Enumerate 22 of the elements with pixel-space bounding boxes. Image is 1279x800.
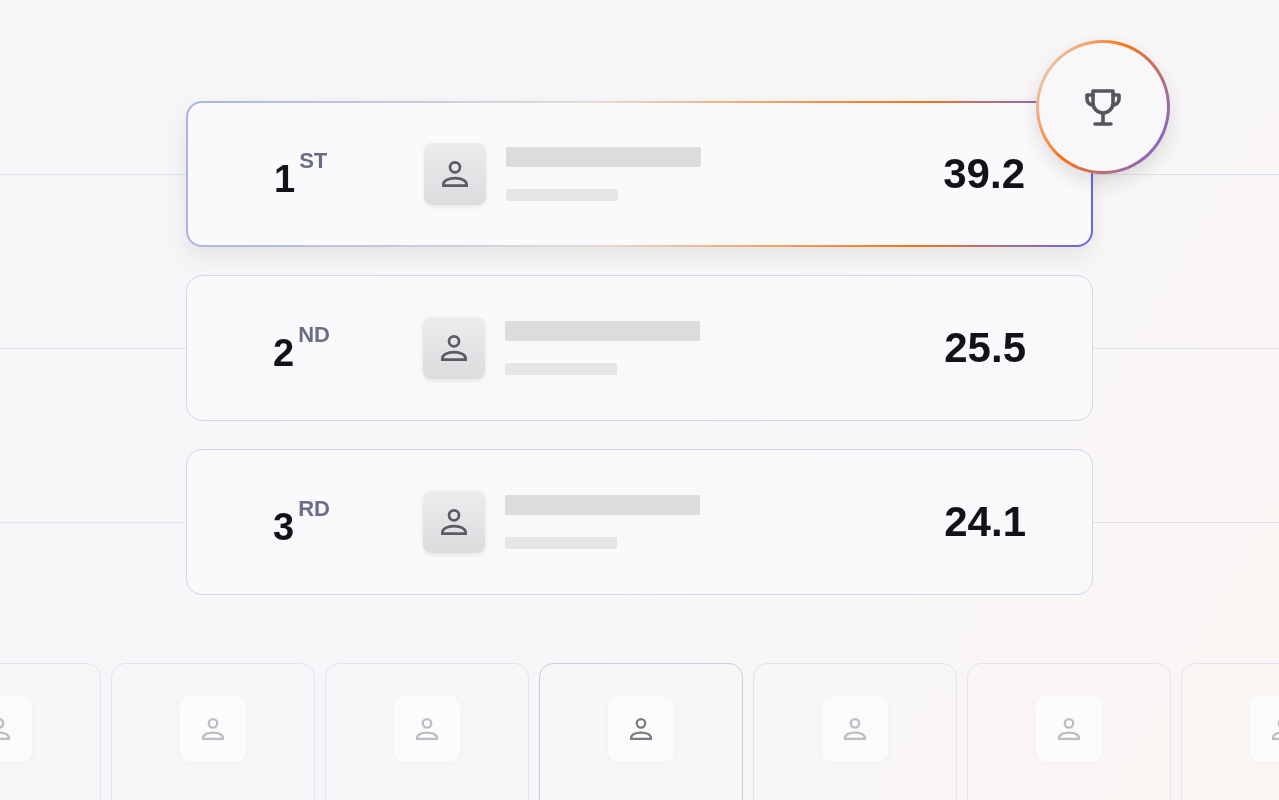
score: 25.5: [944, 324, 1026, 372]
avatar-icon: [394, 696, 460, 762]
avatar-icon: [423, 317, 485, 379]
rank-number: 1: [274, 160, 296, 198]
rank-suffix: ND: [298, 324, 330, 346]
score: 24.1: [944, 498, 1026, 546]
profile-tile[interactable]: [539, 663, 743, 800]
rank-number: 2: [273, 334, 295, 372]
avatar-icon: [1036, 696, 1102, 762]
rank-suffix: ST: [299, 150, 328, 172]
avatar-icon: [822, 696, 888, 762]
avatar-icon: [608, 696, 674, 762]
profile-tile[interactable]: [753, 663, 957, 800]
avatar-icon: [423, 491, 485, 553]
profile-tile[interactable]: [967, 663, 1171, 800]
avatar-icon: [180, 696, 246, 762]
profile-tile[interactable]: [325, 663, 529, 800]
rank-suffix: RD: [298, 498, 330, 520]
profile-tile[interactable]: [111, 663, 315, 800]
rank-number: 3: [273, 508, 295, 546]
avatar-icon: [424, 143, 486, 205]
score: 39.2: [943, 150, 1025, 198]
